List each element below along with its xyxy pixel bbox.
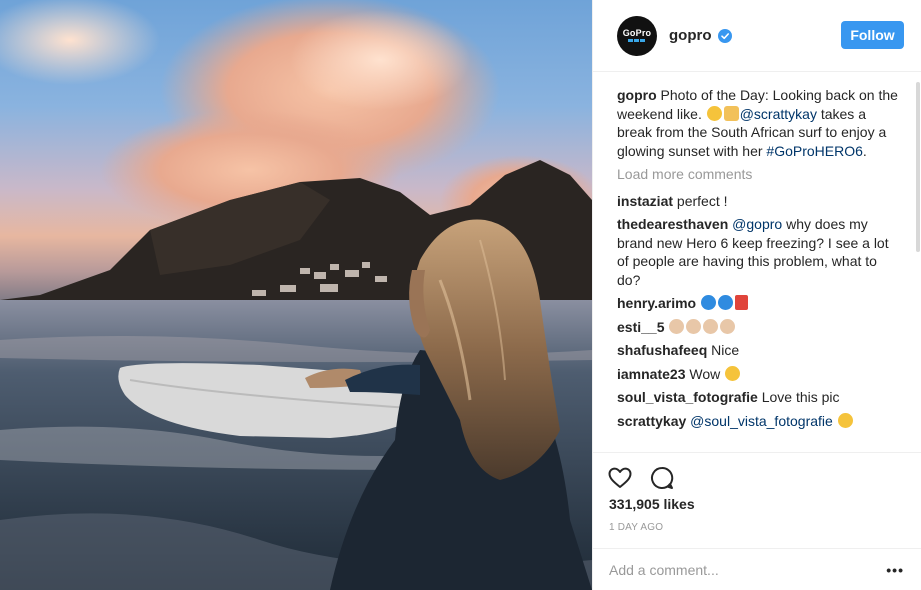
smiling-face-emoji-icon — [837, 412, 853, 428]
post-photo[interactable] — [0, 0, 592, 590]
verified-badge-icon — [717, 28, 732, 43]
comment-text: perfect ! — [676, 192, 728, 209]
caption-text-3: . — [862, 142, 867, 159]
blue-heart-emoji-icon — [701, 295, 716, 310]
astonished-face-emoji-icon — [706, 105, 722, 121]
load-more-comments-link[interactable]: Load more comments — [617, 165, 902, 184]
blue-heart-emoji-icon — [718, 295, 733, 310]
comment-item: shafushafeeq Nice — [617, 341, 902, 360]
post-timestamp: 1 DAY AGO — [609, 522, 664, 533]
comment-mention-link[interactable]: @gopro — [732, 216, 782, 232]
comment-username[interactable]: shafushafeeq — [617, 342, 707, 358]
logo-dots — [623, 39, 652, 42]
comments-list: gopro Photo of the Day: Looking back on … — [617, 86, 902, 452]
ok-hand-emoji-icon — [703, 318, 719, 334]
comment-text: Love this pic — [761, 389, 840, 405]
comment-username[interactable]: iamnate23 — [617, 366, 685, 382]
comment-item: soul_vista_fotografie Love this pic — [617, 388, 902, 407]
comments-scrollbar[interactable] — [916, 82, 920, 252]
comment-text: Nice — [711, 342, 740, 358]
avatar[interactable]: GoPro — [617, 15, 657, 56]
add-comment-input[interactable] — [609, 559, 869, 581]
comment-username[interactable]: thedearesthaven — [617, 216, 728, 232]
gopro-logo: GoPro — [622, 28, 652, 38]
comment-item: iamnate23 Wow — [617, 365, 902, 384]
post-header: GoPro gopro Follow — [593, 0, 921, 72]
comment-icon[interactable] — [649, 465, 675, 491]
hundred-points-emoji-icon — [735, 295, 748, 310]
comment-username[interactable]: henry.arimo — [617, 295, 696, 311]
comment-username[interactable]: instaziat — [617, 193, 673, 209]
post-username[interactable]: gopro — [669, 27, 712, 44]
caption-hashtag-link[interactable]: #GoProHERO6 — [766, 143, 862, 159]
post-caption: gopro Photo of the Day: Looking back on … — [617, 86, 902, 160]
add-comment-bar: ••• — [593, 548, 921, 590]
thumbs-up-emoji-icon — [669, 318, 685, 334]
more-options-icon[interactable]: ••• — [886, 562, 904, 578]
likes-count[interactable]: 331,905 likes — [609, 496, 695, 512]
comment-item: thedearesthaven @gopro why does my brand… — [617, 215, 902, 289]
raising-hands-emoji-icon — [723, 105, 739, 121]
post-view: GoPro gopro Follow gopro Photo of the Da… — [0, 0, 921, 590]
comment-username[interactable]: esti__5 — [617, 319, 664, 335]
comment-item: henry.arimo — [617, 294, 902, 313]
ok-hand-emoji-icon — [686, 318, 702, 334]
post-panel: GoPro gopro Follow gopro Photo of the Da… — [592, 0, 921, 590]
caption-username[interactable]: gopro — [617, 87, 657, 103]
comment-mention-link[interactable]: @soul_vista_fotografie — [690, 413, 833, 429]
caption-mention-link[interactable]: @scrattykay — [740, 106, 817, 122]
comment-item: esti__5 — [617, 318, 902, 337]
comment-text: Wow — [689, 365, 721, 382]
comment-username[interactable]: scrattykay — [617, 413, 686, 429]
comment-username[interactable]: soul_vista_fotografie — [617, 389, 758, 405]
surfer-sunset-image — [0, 0, 592, 590]
heart-eyes-emoji-icon — [725, 365, 741, 381]
comment-text — [833, 413, 837, 429]
follow-button[interactable]: Follow — [841, 21, 904, 49]
comment-item: instaziat perfect ! — [617, 192, 902, 211]
thumbs-up-emoji-icon — [720, 318, 736, 334]
comment-item: scrattykay @soul_vista_fotografie — [617, 412, 902, 431]
post-actions: 331,905 likes 1 DAY AGO — [593, 452, 921, 552]
heart-icon[interactable] — [607, 465, 633, 491]
